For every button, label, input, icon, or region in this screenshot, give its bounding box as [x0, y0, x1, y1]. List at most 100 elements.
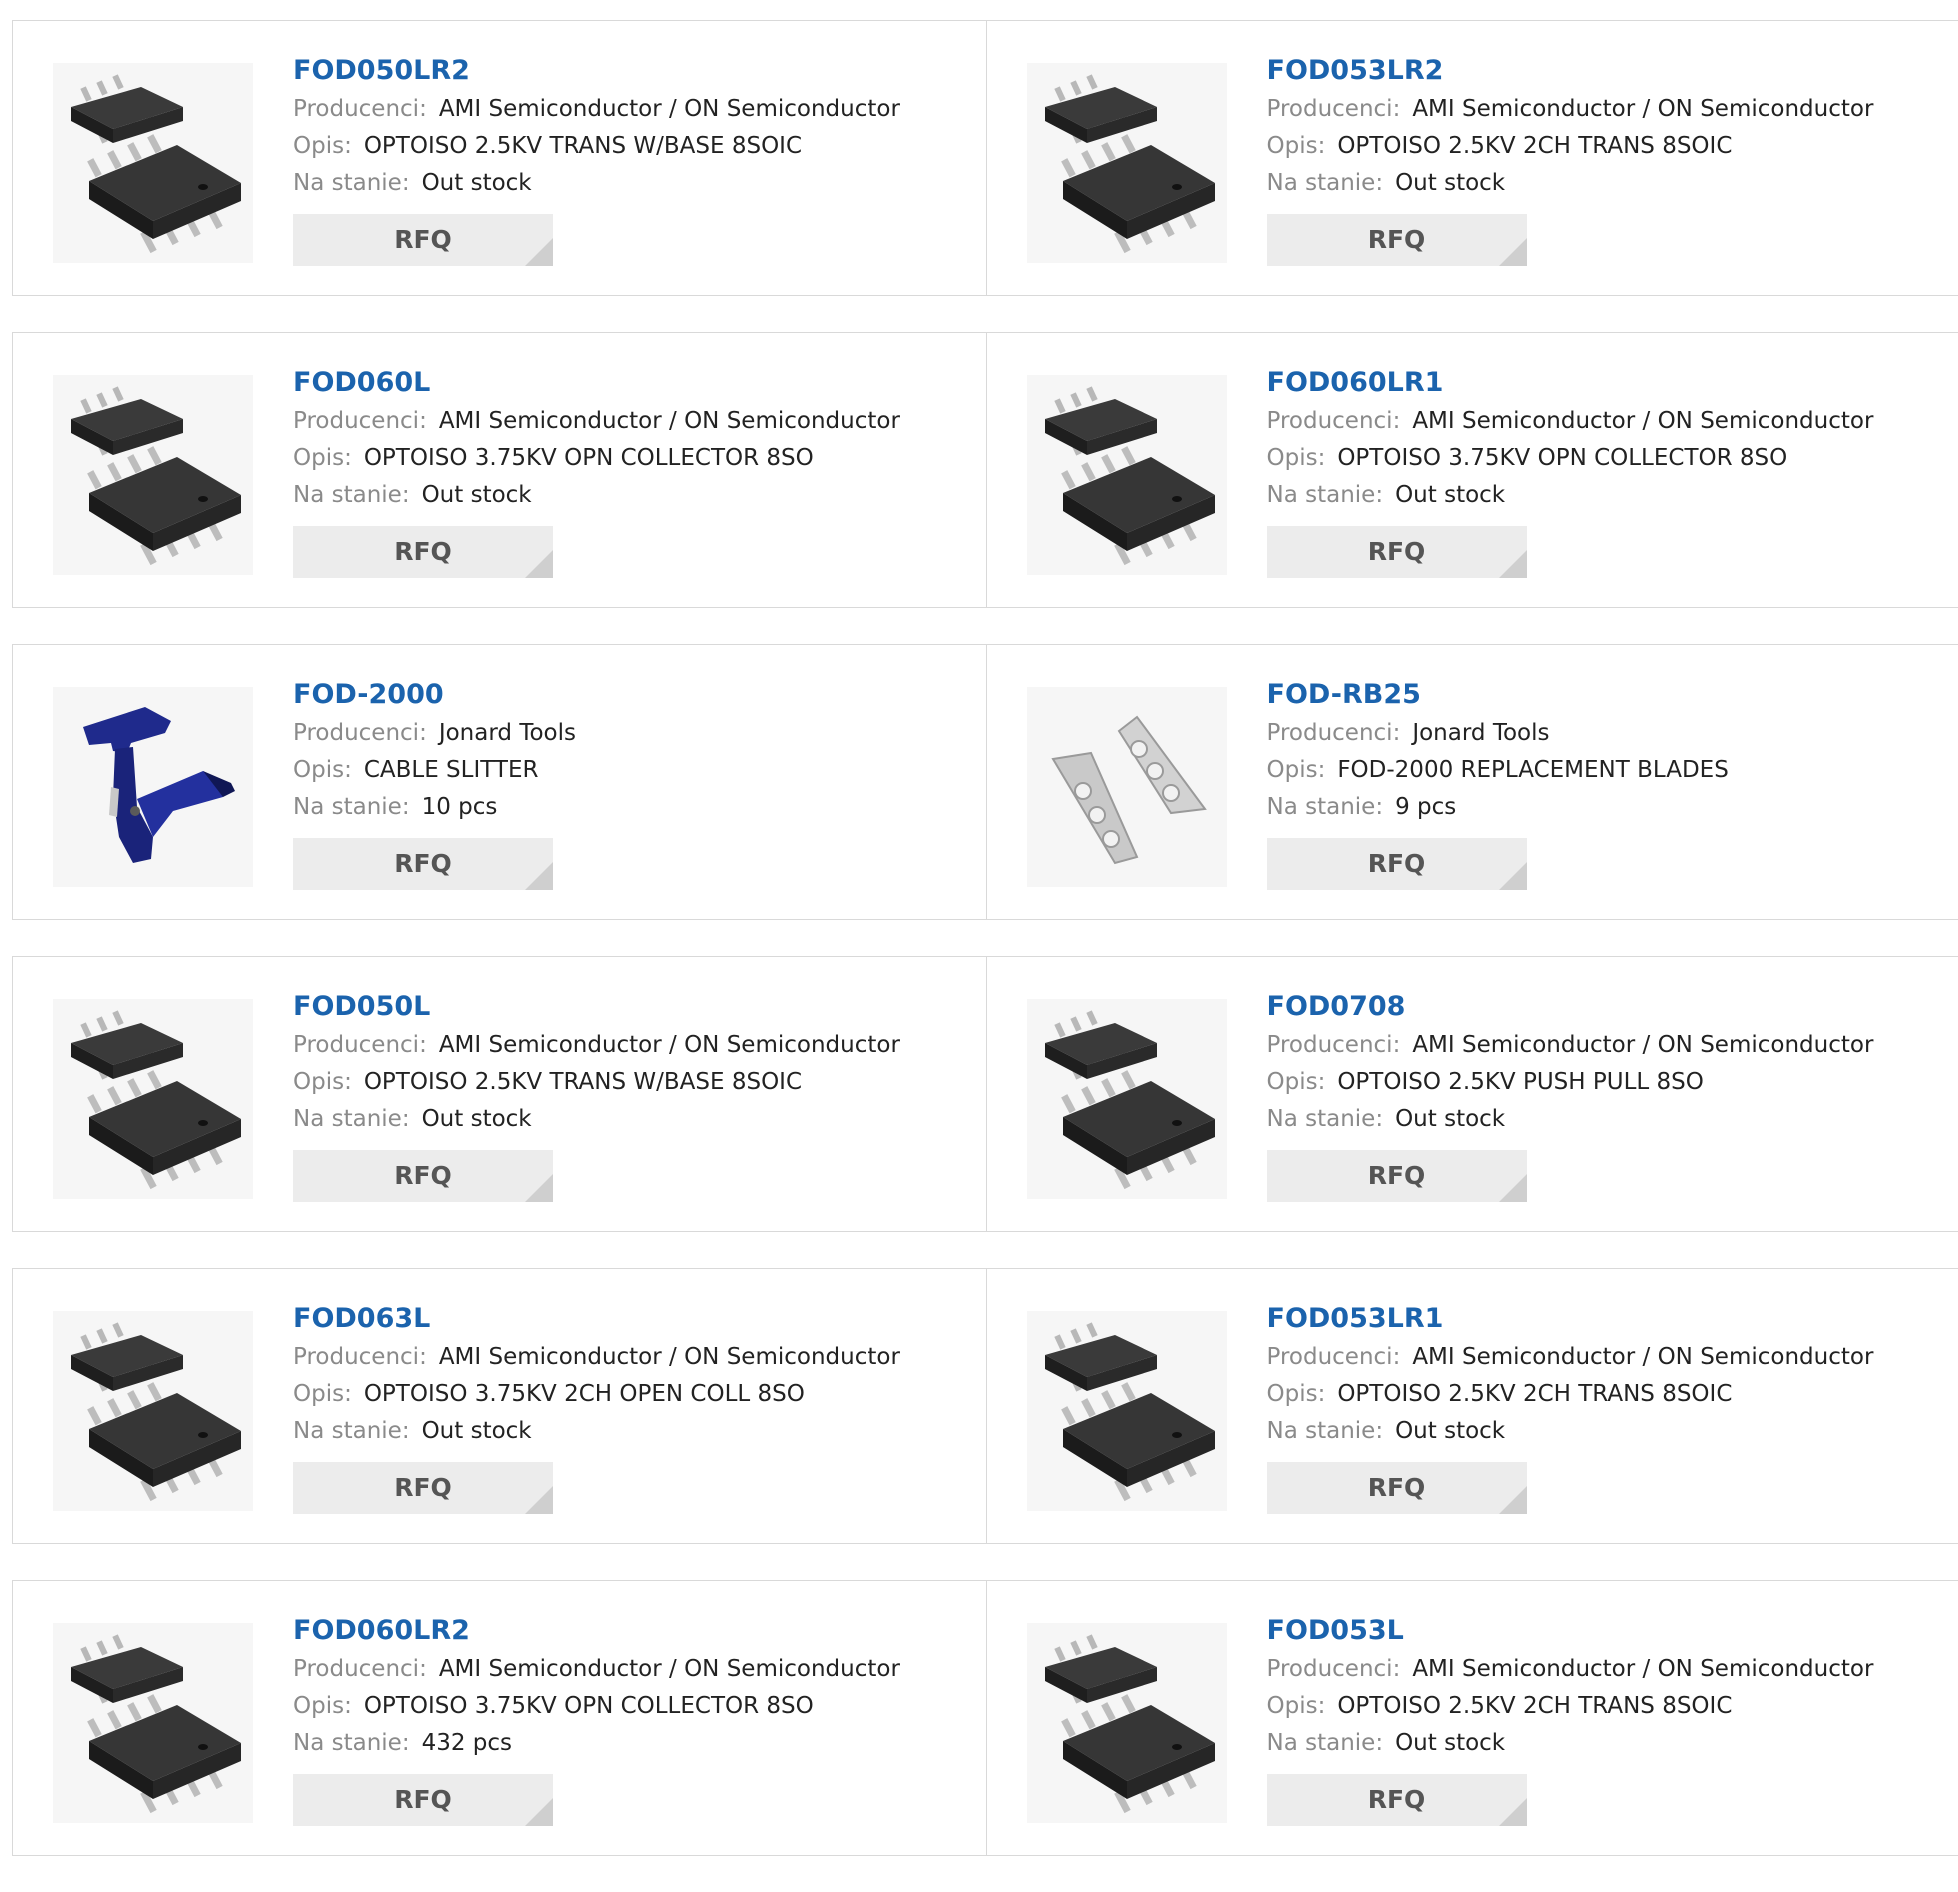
manufacturer-line: Producenci:AMI Semiconductor / ON Semico…: [1267, 403, 1949, 440]
product-part-number-link[interactable]: FOD053L: [1267, 1611, 1949, 1651]
manufacturer-label: Producenci:: [293, 408, 427, 434]
product-image[interactable]: [53, 687, 253, 887]
stock-line: Na stanie:Out stock: [1267, 1413, 1949, 1450]
stock-value: Out stock: [422, 1418, 532, 1444]
product-image[interactable]: [53, 999, 253, 1199]
soic-8-chip-icon: [53, 1311, 253, 1511]
rfq-button[interactable]: RFQ: [293, 214, 553, 266]
product-card: FOD053LProducenci:AMI Semiconductor / ON…: [986, 1581, 1958, 1855]
description-value: OPTOISO 2.5KV 2CH TRANS 8SOIC: [1337, 1693, 1732, 1719]
manufacturer-line: Producenci:AMI Semiconductor / ON Semico…: [1267, 91, 1949, 128]
product-image[interactable]: [1027, 1623, 1227, 1823]
product-image[interactable]: [53, 1623, 253, 1823]
product-row: FOD060LProducenci:AMI Semiconductor / ON…: [12, 332, 1958, 608]
rfq-button[interactable]: RFQ: [1267, 526, 1527, 578]
description-label: Opis:: [1267, 1381, 1326, 1407]
corner-triangle-icon: [1499, 862, 1527, 890]
product-image[interactable]: [1027, 999, 1227, 1199]
product-part-number-link[interactable]: FOD060L: [293, 363, 976, 403]
manufacturer-label: Producenci:: [293, 1344, 427, 1370]
product-image[interactable]: [1027, 375, 1227, 575]
rfq-button[interactable]: RFQ: [293, 1462, 553, 1514]
manufacturer-line: Producenci:AMI Semiconductor / ON Semico…: [1267, 1027, 1949, 1064]
replacement-blades-icon: [1027, 687, 1227, 887]
product-part-number-link[interactable]: FOD053LR1: [1267, 1299, 1949, 1339]
description-value: FOD-2000 REPLACEMENT BLADES: [1337, 757, 1728, 783]
stock-line: Na stanie:432 pcs: [293, 1725, 976, 1762]
rfq-button-label: RFQ: [1368, 537, 1426, 566]
corner-triangle-icon: [525, 1486, 553, 1514]
stock-value: Out stock: [422, 170, 532, 196]
stock-line: Na stanie:Out stock: [1267, 165, 1949, 202]
stock-line: Na stanie:Out stock: [1267, 1725, 1949, 1762]
description-label: Opis:: [293, 1693, 352, 1719]
rfq-button[interactable]: RFQ: [1267, 1774, 1527, 1826]
rfq-button[interactable]: RFQ: [1267, 214, 1527, 266]
rfq-button[interactable]: RFQ: [293, 838, 553, 890]
product-image[interactable]: [53, 63, 253, 263]
stock-line: Na stanie:Out stock: [1267, 477, 1949, 514]
manufacturer-value: AMI Semiconductor / ON Semiconductor: [1412, 1032, 1873, 1058]
description-value: OPTOISO 2.5KV TRANS W/BASE 8SOIC: [364, 133, 802, 159]
product-part-number-link[interactable]: FOD050L: [293, 987, 976, 1027]
rfq-button[interactable]: RFQ: [1267, 838, 1527, 890]
stock-label: Na stanie:: [293, 482, 410, 508]
rfq-button-label: RFQ: [1368, 849, 1426, 878]
description-label: Opis:: [293, 133, 352, 159]
corner-triangle-icon: [525, 238, 553, 266]
product-card: FOD-2000Producenci:Jonard ToolsOpis:CABL…: [13, 645, 986, 919]
product-info: FOD053LR2Producenci:AMI Semiconductor / …: [1267, 51, 1949, 266]
rfq-button[interactable]: RFQ: [1267, 1150, 1527, 1202]
stock-label: Na stanie:: [293, 170, 410, 196]
stock-value: Out stock: [1395, 1106, 1505, 1132]
rfq-button[interactable]: RFQ: [293, 526, 553, 578]
product-part-number-link[interactable]: FOD-2000: [293, 675, 976, 715]
product-part-number-link[interactable]: FOD0708: [1267, 987, 1949, 1027]
corner-triangle-icon: [1499, 238, 1527, 266]
rfq-button[interactable]: RFQ: [293, 1774, 553, 1826]
description-value: OPTOISO 2.5KV TRANS W/BASE 8SOIC: [364, 1069, 802, 1095]
description-value: OPTOISO 2.5KV 2CH TRANS 8SOIC: [1337, 1381, 1732, 1407]
product-row: FOD-2000Producenci:Jonard ToolsOpis:CABL…: [12, 644, 1958, 920]
rfq-button[interactable]: RFQ: [1267, 1462, 1527, 1514]
product-image[interactable]: [1027, 63, 1227, 263]
product-part-number-link[interactable]: FOD050LR2: [293, 51, 976, 91]
product-row: FOD050LR2 Producenci:AMI Semiconductor / …: [12, 20, 1958, 296]
stock-label: Na stanie:: [293, 794, 410, 820]
soic-8-chip-icon: [1027, 999, 1227, 1199]
manufacturer-label: Producenci:: [1267, 720, 1401, 746]
product-part-number-link[interactable]: FOD053LR2: [1267, 51, 1949, 91]
product-part-number-link[interactable]: FOD060LR1: [1267, 363, 1949, 403]
soic-8-chip-icon: [1027, 1311, 1227, 1511]
rfq-button[interactable]: RFQ: [293, 1150, 553, 1202]
product-part-number-link[interactable]: FOD060LR2: [293, 1611, 976, 1651]
description-label: Opis:: [1267, 757, 1326, 783]
description-label: Opis:: [293, 1069, 352, 1095]
product-image[interactable]: [1027, 1311, 1227, 1511]
stock-value: Out stock: [1395, 1730, 1505, 1756]
product-part-number-link[interactable]: FOD063L: [293, 1299, 976, 1339]
product-part-number-link[interactable]: FOD-RB25: [1267, 675, 1949, 715]
corner-triangle-icon: [1499, 1486, 1527, 1514]
description-line: Opis:OPTOISO 2.5KV 2CH TRANS 8SOIC: [1267, 1688, 1949, 1725]
description-line: Opis:OPTOISO 3.75KV OPN COLLECTOR 8SO: [293, 440, 976, 477]
stock-line: Na stanie:Out stock: [293, 1101, 976, 1138]
stock-label: Na stanie:: [293, 1418, 410, 1444]
description-line: Opis: OPTOISO 2.5KV 2CH TRANS 8SOIC: [1267, 1376, 1949, 1413]
product-image[interactable]: [53, 1311, 253, 1511]
soic-8-chip-icon: [1027, 1623, 1227, 1823]
product-image[interactable]: [1027, 687, 1227, 887]
product-image[interactable]: [53, 375, 253, 575]
rfq-button-label: RFQ: [394, 849, 452, 878]
stock-line: Na stanie:Out stock: [1267, 1101, 1949, 1138]
stock-label: Na stanie:: [1267, 794, 1384, 820]
manufacturer-line: Producenci:AMI Semiconductor / ON Semico…: [293, 403, 976, 440]
product-card: FOD053LR1Producenci:AMI Semiconductor / …: [986, 1269, 1958, 1543]
description-value: OPTOISO 3.75KV OPN COLLECTOR 8SO: [1337, 445, 1787, 471]
description-label: Opis:: [293, 1381, 352, 1407]
stock-line: Na stanie:9 pcs: [1267, 789, 1949, 826]
description-line: Opis:OPTOISO 2.5KV PUSH PULL 8SO: [1267, 1064, 1949, 1101]
description-label: Opis:: [1267, 133, 1326, 159]
soic-8-chip-icon: [53, 1623, 253, 1823]
stock-label: Na stanie:: [1267, 1418, 1384, 1444]
